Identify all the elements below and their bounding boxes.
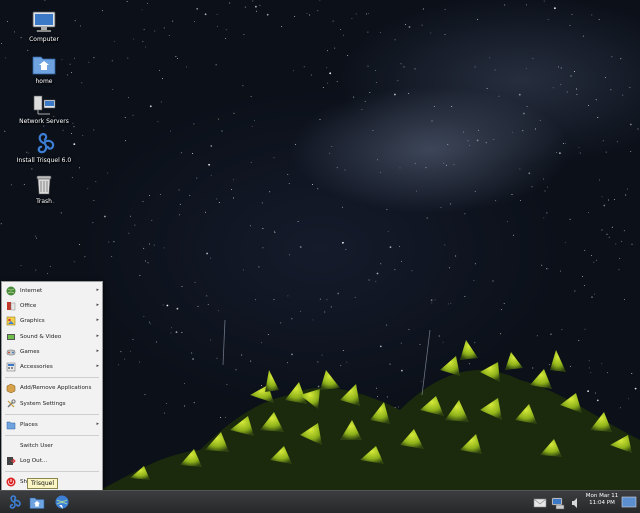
trisquel-menu-icon[interactable] [6,494,22,510]
menu-item-system-settings[interactable]: System Settings [2,397,102,411]
menu-item-label: Places [20,422,38,428]
blank-icon [6,441,16,451]
menu-item-label: System Settings [20,401,66,407]
mail-icon[interactable] [532,495,548,511]
submenu-arrow-icon: ▸ [96,287,99,293]
menu-item-log-out[interactable]: Log Out... [2,454,102,468]
desktop-icon-computer[interactable]: Computer [14,10,74,43]
desktop-icon-label: Install Trisquel 6.0 [14,157,74,164]
graphics-icon [6,316,16,326]
menu-item-label: Graphics [20,318,45,324]
menu-item-label: Internet [20,288,42,294]
clock[interactable]: Mon Mar 11 11:04 PM [584,493,620,507]
clock-time: 11:04 PM [584,500,620,507]
menu-separator [5,414,99,415]
games-icon [6,347,16,357]
menu-item-label: Sound & Video [20,334,61,340]
desktop-icon-label: Computer [14,36,74,43]
logout-icon [6,456,16,466]
clock-date: Mon Mar 11 [584,493,620,500]
menu-item-switch-user[interactable]: Switch User [2,439,102,453]
menu-item-sound-video[interactable]: Sound & Video ▸ [2,330,102,344]
submenu-arrow-icon: ▸ [96,363,99,369]
menu-item-label: Accessories [20,364,53,370]
desktop-icon-network-servers[interactable]: Network Servers [14,92,74,125]
menu-item-label: Log Out... [20,458,47,464]
menu-item-label: Games [20,349,40,355]
submenu-arrow-icon: ▸ [96,348,99,354]
shutdown-icon [6,477,16,487]
office-icon [6,301,16,311]
menu-item-places[interactable]: Places ▸ [2,418,102,432]
menu-separator [5,471,99,472]
volume-icon[interactable] [568,495,584,511]
settings-icon [6,399,16,409]
network-icon[interactable] [550,495,566,511]
menu-item-office[interactable]: Office ▸ [2,299,102,313]
accessories-icon [6,362,16,372]
submenu-arrow-icon: ▸ [96,421,99,427]
sound-video-icon [6,332,16,342]
web-browser-icon[interactable] [54,494,70,510]
menu-item-graphics[interactable]: Graphics ▸ [2,314,102,328]
menu-item-games[interactable]: Games ▸ [2,345,102,359]
home-folder-icon[interactable] [29,494,45,510]
submenu-arrow-icon: ▸ [96,302,99,308]
menu-item-label: Office [20,303,36,309]
menu-separator [5,377,99,378]
show-desktop-icon[interactable] [621,494,637,510]
network-servers-icon [31,92,57,116]
desktop-icon-trash[interactable]: Trash [14,172,74,205]
menu-item-internet[interactable]: Internet ▸ [2,284,102,298]
bottom-panel: Mon Mar 11 11:04 PM [0,490,640,513]
desktop-icon-label: Trash [14,198,74,205]
folder-icon [6,420,16,430]
application-menu: Internet ▸ Office ▸ Graphics ▸ Sound & V… [1,281,103,492]
submenu-arrow-icon: ▸ [96,317,99,323]
menu-separator [5,435,99,436]
computer-icon [31,10,57,34]
desktop-icon-label: Network Servers [14,118,74,125]
trash-icon [31,172,57,196]
menu-item-accessories[interactable]: Accessories ▸ [2,360,102,374]
menu-item-add-remove-applications[interactable]: Add/Remove Applications [2,381,102,395]
trisquel-installer-icon [31,131,57,155]
desktop-icon-label: home [14,78,74,85]
tooltip: Trisquel [27,478,58,489]
desktop-icon-install-trisquel[interactable]: Install Trisquel 6.0 [14,131,74,164]
submenu-arrow-icon: ▸ [96,333,99,339]
menu-item-label: Add/Remove Applications [20,385,91,391]
home-folder-icon [31,52,57,76]
package-icon [6,383,16,393]
desktop-icon-home[interactable]: home [14,52,74,85]
globe-icon [6,286,16,296]
menu-item-label: Switch User [20,443,53,449]
